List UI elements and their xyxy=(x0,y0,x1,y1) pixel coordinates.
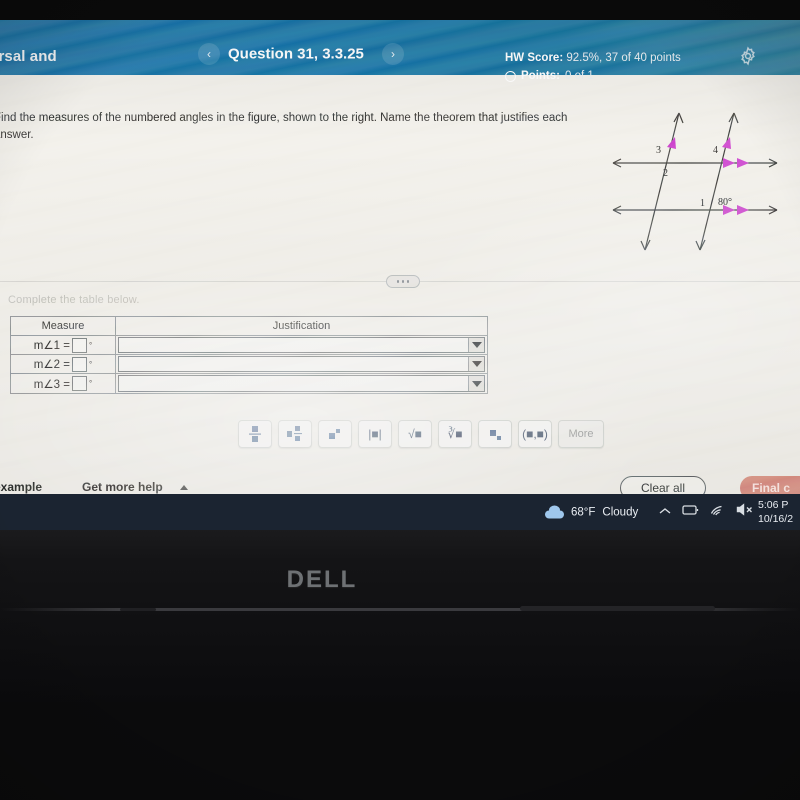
absolute-value-key[interactable]: |■| xyxy=(358,420,392,448)
exponent-key[interactable] xyxy=(318,420,352,448)
table-row: m∠2 = ° xyxy=(11,355,487,374)
measure-label-3: m∠3 = xyxy=(33,378,70,391)
ellipsis-dot-icon xyxy=(401,280,405,283)
angle-label-4: 4 xyxy=(713,145,718,156)
degree-symbol: ° xyxy=(89,359,93,369)
weather-widget[interactable]: 68°F Cloudy xyxy=(545,505,639,519)
justification-select-1[interactable] xyxy=(118,337,485,353)
chevron-up-icon[interactable] xyxy=(658,503,672,521)
angle-label-1: 1 xyxy=(700,198,705,209)
justification-select-3[interactable] xyxy=(118,375,485,392)
points-label: Points: xyxy=(521,70,560,82)
ellipsis-dot-icon xyxy=(396,280,400,283)
laptop-screen: ersal and ‹ Question 31, 3.3.25 › HW Sco… xyxy=(0,20,800,498)
laptop-keyboard: F4♪× F5⌨ F6⌨ F7 F8❐ F9⚲ F10 F11PrtScr F1… xyxy=(0,702,800,800)
hw-score-value: 92.5%, 37 of 40 points xyxy=(566,52,681,64)
cloud-icon xyxy=(545,505,564,519)
parallel-marker-icon xyxy=(667,137,731,149)
nth-root-key[interactable]: ∛■ xyxy=(438,420,472,448)
previous-question-button[interactable]: ‹ xyxy=(198,43,220,65)
degree-symbol: ° xyxy=(89,340,93,350)
wifi-icon[interactable] xyxy=(709,503,725,521)
volume-muted-icon[interactable] xyxy=(736,503,754,521)
subscript-key[interactable] xyxy=(478,420,512,448)
table-row: m∠1 = ° xyxy=(11,336,487,355)
gear-icon[interactable] xyxy=(738,46,758,66)
justification-cell-3 xyxy=(116,374,487,393)
laptop-bezel xyxy=(0,530,800,702)
justification-cell-2 xyxy=(116,355,487,373)
question-number-label: Question 31, 3.3.25 xyxy=(228,45,364,63)
justification-cell-1 xyxy=(116,336,487,354)
measure-cell-3: m∠3 = ° xyxy=(11,374,116,393)
table-row: m∠3 = ° xyxy=(11,374,487,393)
table-instruction: Complete the table below. xyxy=(8,294,140,306)
geometry-figure: 3 2 4 1 80° xyxy=(605,105,795,265)
hw-score-row: HW Score: 92.5%, 37 of 40 points xyxy=(505,50,681,67)
clock-time: 5:06 P xyxy=(758,499,789,511)
caret-down-icon[interactable] xyxy=(468,376,484,391)
measure-label-1: m∠1 = xyxy=(33,340,70,352)
question-header-bar: ersal and ‹ Question 31, 3.3.25 › HW Sco… xyxy=(0,20,800,82)
square-root-glyph: √■ xyxy=(408,427,422,441)
mixed-number-key[interactable] xyxy=(278,420,312,448)
angle-label-2: 2 xyxy=(663,168,668,179)
ellipsis-dot-icon xyxy=(406,280,410,283)
justification-select-2[interactable] xyxy=(118,356,485,372)
temperature-label: 68°F xyxy=(571,506,596,518)
progress-circle-icon xyxy=(505,71,516,82)
laptop-speaker-grille xyxy=(120,608,156,611)
absolute-value-glyph: |■| xyxy=(368,427,382,441)
chevron-right-icon: › xyxy=(391,47,395,61)
square-root-key[interactable]: √■ xyxy=(398,420,432,448)
more-options-button[interactable] xyxy=(386,275,420,288)
clock-date: 10/16/2 xyxy=(758,513,794,525)
answer-input-3[interactable] xyxy=(72,376,87,391)
example-link[interactable]: example xyxy=(0,480,42,494)
points-row: Points: 0 of 1 xyxy=(505,68,681,85)
caret-down-icon[interactable] xyxy=(468,357,484,371)
hw-score-label: HW Score: xyxy=(505,52,564,64)
measure-cell-2: m∠2 = ° xyxy=(11,355,116,373)
degree-symbol: ° xyxy=(89,379,93,388)
answer-input-1[interactable] xyxy=(72,337,87,353)
interval-key[interactable]: (■,■) xyxy=(518,420,552,448)
answer-table: Measure Justification m∠1 = ° m∠2 = ° m∠… xyxy=(10,316,488,394)
page-title: ersal and xyxy=(0,48,57,65)
clock-widget[interactable]: 5:06 P 10/16/2 xyxy=(758,498,793,526)
given-angle-label: 80° xyxy=(718,197,732,208)
dell-logo: DELL xyxy=(286,566,358,593)
column-header-justification: Justification xyxy=(272,320,331,332)
table-header-row: Measure Justification xyxy=(11,317,487,336)
measure-cell-1: m∠1 = ° xyxy=(11,336,116,354)
laptop-photo: ersal and ‹ Question 31, 3.3.25 › HW Sco… xyxy=(0,0,800,800)
more-symbols-button[interactable]: More xyxy=(558,420,604,448)
measure-label-2: m∠2 = xyxy=(33,359,70,371)
condition-label: Cloudy xyxy=(602,506,639,518)
answer-input-2[interactable] xyxy=(72,356,87,372)
nth-root-glyph: ∛■ xyxy=(447,427,463,441)
angle-label-3: 3 xyxy=(656,145,661,156)
column-header-measure: Measure xyxy=(11,317,116,335)
points-value: 0 of 1 xyxy=(564,70,594,82)
caret-up-icon[interactable] xyxy=(180,485,188,490)
score-summary: HW Score: 92.5%, 37 of 40 points Points:… xyxy=(505,50,681,85)
chevron-left-icon: ‹ xyxy=(207,47,211,61)
interval-glyph: (■,■) xyxy=(522,427,548,441)
fraction-key[interactable] xyxy=(238,420,272,448)
next-question-button[interactable]: › xyxy=(382,43,404,65)
question-prompt: Find the measures of the numbered angles… xyxy=(0,112,568,141)
get-more-help-button[interactable]: Get more help xyxy=(82,480,163,494)
battery-icon[interactable] xyxy=(682,503,700,521)
caret-down-icon[interactable] xyxy=(468,338,484,352)
math-symbol-palette: |■| √■ ∛■ (■,■) More xyxy=(238,420,604,448)
windows-taskbar: 68°F Cloudy 5:06 P 10/16/2 xyxy=(0,494,800,530)
laptop-vent xyxy=(520,606,715,611)
